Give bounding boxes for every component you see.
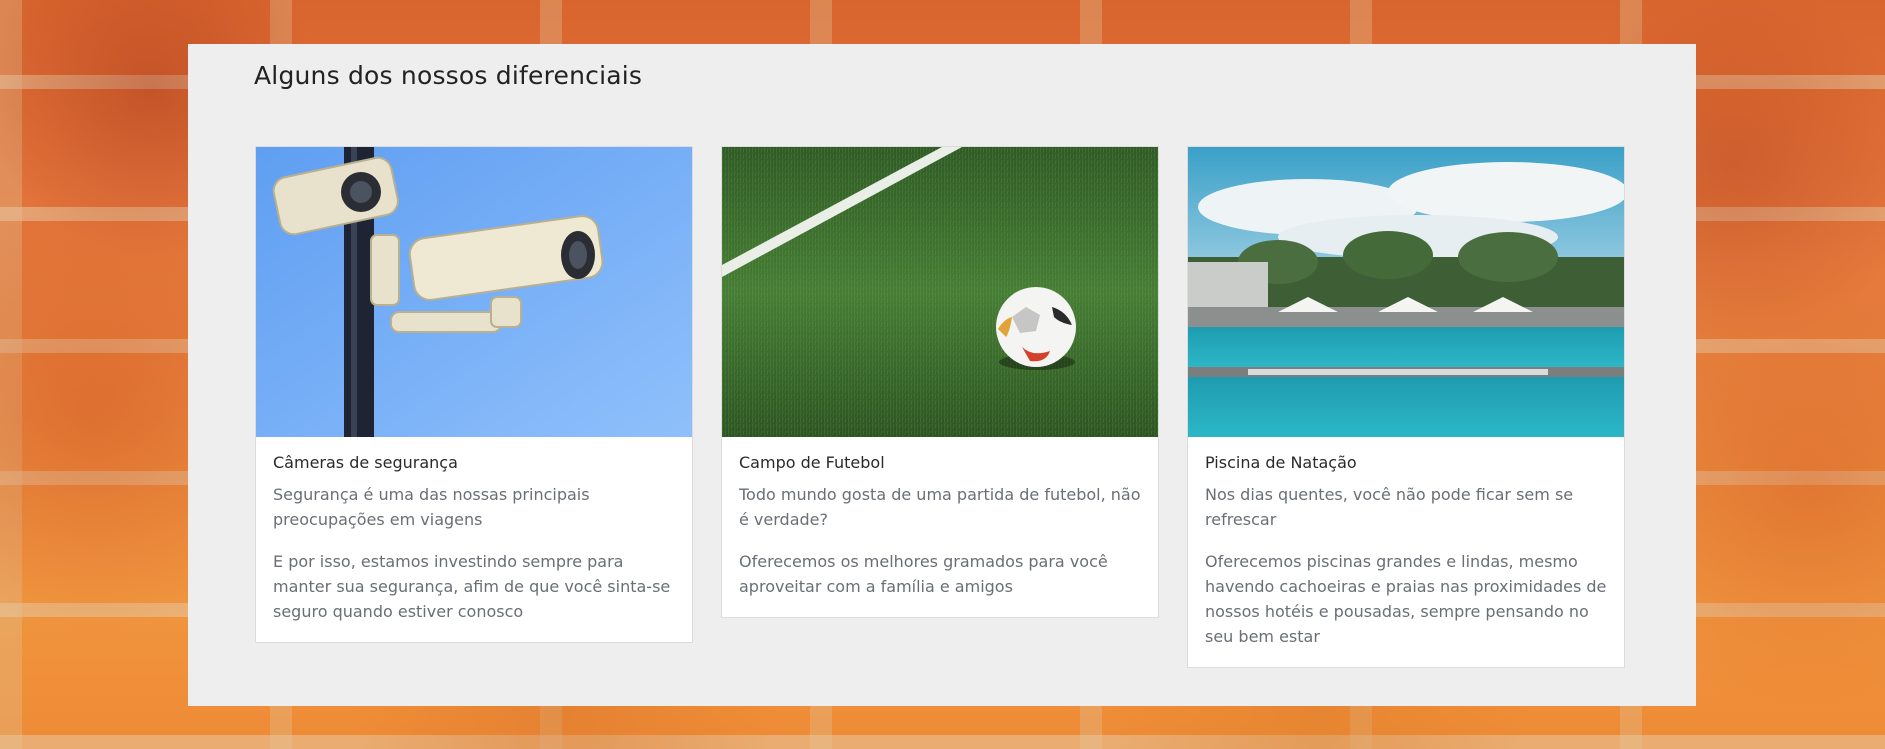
swimming-pool-image [1188, 147, 1624, 437]
soccer-field-image [722, 147, 1158, 437]
card-title: Câmeras de segurança [273, 453, 458, 472]
card-text-secondary: E por isso, estamos investindo sempre pa… [273, 552, 671, 621]
feature-card-security: Câmeras de segurança Segurança é uma das… [255, 146, 693, 643]
card-text-primary: Todo mundo gosta de uma partida de futeb… [739, 485, 1141, 529]
card-text-secondary: Oferecemos os melhores gramados para voc… [739, 552, 1108, 596]
security-cameras-image [256, 147, 692, 437]
features-panel: Alguns dos nossos diferenciais Câmeras d… [188, 44, 1696, 706]
card-text-primary: Segurança é uma das nossas principais pr… [273, 485, 590, 529]
card-title: Piscina de Natação [1205, 453, 1357, 472]
card-title: Campo de Futebol [739, 453, 885, 472]
card-text-secondary: Oferecemos piscinas grandes e lindas, me… [1205, 552, 1607, 646]
card-text-primary: Nos dias quentes, você não pode ficar se… [1205, 485, 1574, 529]
feature-card-soccer: Campo de Futebol Todo mundo gosta de uma… [721, 146, 1159, 618]
feature-card-pool: Piscina de Natação Nos dias quentes, voc… [1187, 146, 1625, 668]
section-title: Alguns dos nossos diferenciais [254, 61, 643, 90]
